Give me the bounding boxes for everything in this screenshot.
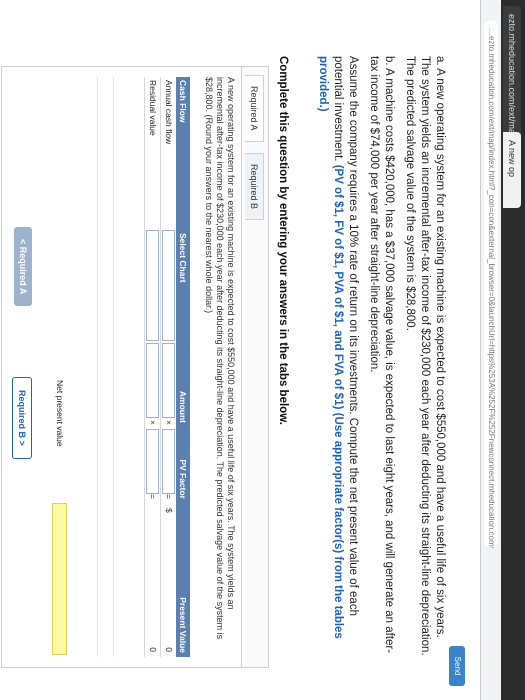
row-label: Annual cash flow (164, 80, 174, 145)
present-value-output: 0 (148, 647, 158, 652)
amount-input[interactable] (162, 343, 175, 418)
header-amount: Amount (176, 343, 190, 427)
blank-row (113, 77, 128, 657)
table-row-annual-cash-flow: Annual cash flow × = $ 0 (160, 77, 176, 657)
table-row-residual-value: Residual value × = 0 (144, 77, 160, 657)
table-row-net-present-value: Net present value (52, 77, 68, 657)
blank-row (97, 77, 112, 657)
browser-tab-2[interactable]: A new op (503, 132, 521, 208)
required-a-prompt: A new operating system for an existing m… (204, 77, 236, 640)
address-bar: …ezto.mheducation.com/ext/map/index.html… (480, 0, 501, 700)
send-button[interactable]: Send (449, 646, 465, 686)
question-part-a: a. A new operating system for an existin… (404, 56, 446, 656)
required-tabs: Required A Required B (241, 67, 268, 667)
answer-panel: Required A Required B A new operating sy… (1, 66, 269, 668)
tab-navigation: < Required A Required B > (12, 217, 32, 517)
npv-label: Net present value (55, 380, 65, 447)
browser-tab-1[interactable]: ezto.mheducation.com/ext/map/index.html (503, 6, 521, 183)
url-field[interactable]: …ezto.mheducation.com/ext/map/index.html… (484, 20, 498, 548)
present-value-output: 0 (164, 647, 174, 652)
browser-tab-bar: ezto.mheducation.com/ext/map/index.html … (501, 0, 525, 700)
equals-sign: = (148, 494, 158, 499)
previous-required-a-button[interactable]: < Required A (14, 227, 32, 307)
question-assumption: Assume the company requires a 10% rate o… (315, 56, 360, 656)
question-text: a. A new operating system for an existin… (309, 56, 447, 656)
select-chart-dropdown[interactable] (162, 230, 175, 341)
equals-sign: = (164, 494, 174, 499)
next-required-b-button[interactable]: Required B > (12, 377, 32, 459)
instruction-text: Complete this question by entering your … (277, 56, 289, 425)
header-cash-flow: Cash Flow (176, 77, 190, 230)
pv-factor-input[interactable] (146, 429, 159, 494)
question-part-b: b. A machine costs $420,000, has a $37,0… (368, 56, 395, 654)
rotated-screen: ezto.mheducation.com/ext/map/index.html … (0, 0, 525, 700)
pv-factor-input[interactable] (162, 429, 175, 494)
header-pv-factor: PV Factor (176, 427, 190, 503)
row-label: Residual value (148, 80, 158, 136)
tab-required-b[interactable]: Required B (245, 153, 264, 221)
npv-input[interactable] (52, 503, 67, 655)
select-chart-dropdown[interactable] (146, 230, 159, 341)
tab-required-a[interactable]: Required A (245, 75, 264, 142)
header-present-value: Present Value (176, 503, 190, 657)
amount-input[interactable] (146, 343, 159, 418)
header-select-chart: Select Chart (176, 230, 190, 343)
